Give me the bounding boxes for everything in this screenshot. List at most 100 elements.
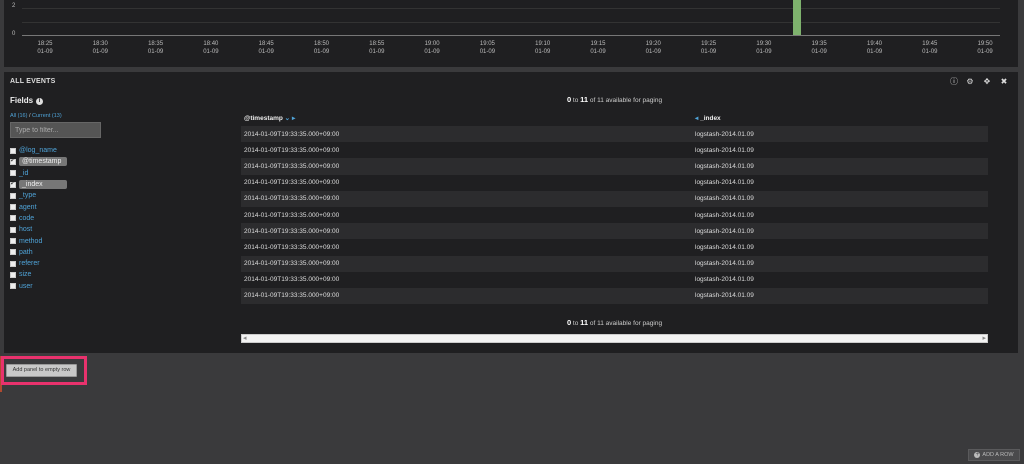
table-row[interactable]: 2014-01-09T19:33:35.000+09:00 logstash-20… xyxy=(241,190,988,207)
field-label[interactable]: method xyxy=(19,238,42,245)
cell-timestamp: 2014-01-09T19:33:35.000+09:00 xyxy=(241,223,692,240)
cell-timestamp: 2014-01-09T19:33:35.000+09:00 xyxy=(241,287,692,305)
field-label[interactable]: path xyxy=(19,249,33,256)
column-header-timestamp[interactable]: @timestamp ⌄ ▸ xyxy=(241,110,692,126)
events-table: @timestamp ⌄ ▸ ◂ _index 2014-01-09T19:33… xyxy=(241,110,988,305)
field-item[interactable]: path xyxy=(10,247,67,258)
field-label[interactable]: code xyxy=(19,215,34,222)
field-item[interactable]: @timestamp xyxy=(10,156,67,167)
field-checkbox[interactable] xyxy=(10,260,16,267)
add-row-button[interactable]: + ADD A ROW xyxy=(968,449,1020,461)
field-filter-input[interactable] xyxy=(10,122,101,138)
column-header-index[interactable]: ◂ _index xyxy=(692,110,988,126)
x-tick-date: 01-09 xyxy=(92,49,108,55)
field-label[interactable]: _index xyxy=(19,180,67,190)
field-item[interactable]: method xyxy=(10,235,67,246)
field-item[interactable]: _index xyxy=(10,179,67,190)
x-tick-time: 18:45 xyxy=(258,41,274,47)
field-checkbox[interactable] xyxy=(10,238,16,245)
grid-line xyxy=(22,22,1000,23)
x-tick-label: 18:25 01-09 xyxy=(30,40,60,56)
close-icon[interactable]: ✖ xyxy=(999,77,1009,87)
x-tick-label: 18:50 01-09 xyxy=(307,40,337,56)
paging-bottom: 0 to 11 of 11 available for paging xyxy=(241,318,988,327)
move-right-icon[interactable]: ▸ xyxy=(292,115,295,122)
table-row[interactable]: 2014-01-09T19:33:35.000+09:00 logstash-20… xyxy=(241,206,988,224)
paging-to-word: to xyxy=(572,320,579,327)
column-label[interactable]: @timestamp xyxy=(244,115,283,122)
field-tabs: All (16) / Current (13) xyxy=(10,113,62,119)
cell-timestamp: 2014-01-09T19:33:35.000+09:00 xyxy=(241,174,692,191)
paging-top: 0 to 11 of 11 available for paging xyxy=(241,95,988,104)
field-checkbox[interactable] xyxy=(10,179,16,188)
field-label[interactable]: agent xyxy=(19,204,37,211)
field-list: @log_name @timestamp _id _index _typeagent co… xyxy=(10,145,67,292)
field-item[interactable]: size xyxy=(10,269,67,280)
field-item[interactable]: referer xyxy=(10,258,67,269)
field-label[interactable]: @log_name xyxy=(19,147,57,154)
horizontal-scrollbar[interactable] xyxy=(241,334,988,343)
column-label[interactable]: _index xyxy=(700,115,721,122)
field-checkbox[interactable] xyxy=(10,192,16,199)
field-label[interactable]: referer xyxy=(19,260,40,267)
field-checkbox[interactable] xyxy=(10,147,16,154)
table-row[interactable]: 2014-01-09T19:33:35.000+09:00 logstash-20… xyxy=(241,271,988,288)
x-tick-label: 19:25 01-09 xyxy=(694,40,724,56)
field-checkbox[interactable] xyxy=(10,271,16,278)
field-label[interactable]: _type xyxy=(19,192,36,199)
table-row[interactable]: 2014-01-09T19:33:35.000+09:00 logstash-20… xyxy=(241,239,988,256)
move-icon[interactable]: ✥ xyxy=(982,77,992,87)
field-item[interactable]: user xyxy=(10,281,67,292)
field-checkbox[interactable] xyxy=(10,215,16,222)
table-row[interactable]: 2014-01-09T19:33:35.000+09:00 logstash-20… xyxy=(241,287,988,305)
x-tick-time: 19:10 xyxy=(535,41,551,47)
x-tick-time: 19:40 xyxy=(866,41,882,47)
tab-current-fields[interactable]: Current (13) xyxy=(32,113,62,119)
field-item[interactable]: _type xyxy=(10,190,67,201)
field-checkbox[interactable] xyxy=(10,249,16,256)
table-row[interactable]: 2014-01-09T19:33:35.000+09:00 logstash-20… xyxy=(241,158,988,175)
field-item[interactable]: @log_name xyxy=(10,145,67,156)
info-icon[interactable]: i xyxy=(36,98,44,105)
field-checkbox[interactable] xyxy=(10,170,16,177)
table-row[interactable]: 2014-01-09T19:33:35.000+09:00 logstash-20… xyxy=(241,255,988,272)
field-item[interactable]: agent xyxy=(10,201,67,212)
table-row[interactable]: 2014-01-09T19:33:35.000+09:00 logstash-20… xyxy=(241,223,988,240)
tab-all-fields[interactable]: All (16) xyxy=(10,113,27,119)
x-tick-date: 01-09 xyxy=(369,49,385,55)
paging-to: 11 xyxy=(580,318,589,327)
field-label[interactable]: _id xyxy=(19,170,28,177)
field-checkbox[interactable] xyxy=(10,226,16,233)
x-tick-label: 19:15 01-09 xyxy=(583,40,613,56)
field-checkbox[interactable] xyxy=(10,283,16,290)
x-tick-date: 01-09 xyxy=(866,49,883,55)
x-tick-date: 01-09 xyxy=(590,49,606,55)
info-icon[interactable]: ⓘ xyxy=(949,77,959,87)
field-item[interactable]: host xyxy=(10,224,67,235)
cell-timestamp: 2014-01-09T19:33:35.000+09:00 xyxy=(241,158,692,175)
histogram-plot[interactable] xyxy=(22,0,1000,36)
table-row[interactable]: 2014-01-09T19:33:35.000+09:00 logstash-20… xyxy=(241,174,988,191)
field-checkbox[interactable] xyxy=(10,156,16,165)
table-row[interactable]: 2014-01-09T19:33:35.000+09:00 logstash-20… xyxy=(241,142,988,159)
field-label[interactable]: size xyxy=(19,271,31,278)
x-tick-time: 19:45 xyxy=(922,41,938,47)
field-item[interactable]: _id xyxy=(10,168,67,179)
gear-icon[interactable]: ⚙ xyxy=(965,77,975,87)
sort-desc-icon[interactable]: ⌄ xyxy=(285,115,290,122)
field-label[interactable]: @timestamp xyxy=(19,157,67,167)
table-row[interactable]: 2014-01-09T19:33:35.000+09:00 logstash-20… xyxy=(241,126,988,143)
paging-suffix: of 11 available for paging xyxy=(589,320,663,327)
move-left-icon[interactable]: ◂ xyxy=(695,115,698,122)
field-label[interactable]: user xyxy=(19,283,33,290)
x-tick-time: 18:35 xyxy=(148,41,164,47)
field-label[interactable]: host xyxy=(19,226,32,233)
field-checkbox[interactable] xyxy=(10,204,16,211)
x-tick-label: 19:50 01-09 xyxy=(970,40,1000,56)
x-tick-label: 19:20 01-09 xyxy=(638,40,668,56)
field-item[interactable]: code xyxy=(10,213,67,224)
x-tick-time: 18:55 xyxy=(369,41,385,47)
x-tick-date: 01-09 xyxy=(756,49,772,55)
histogram-bar[interactable] xyxy=(793,0,802,35)
add-panel-button[interactable]: Add panel to empty row xyxy=(6,364,77,377)
